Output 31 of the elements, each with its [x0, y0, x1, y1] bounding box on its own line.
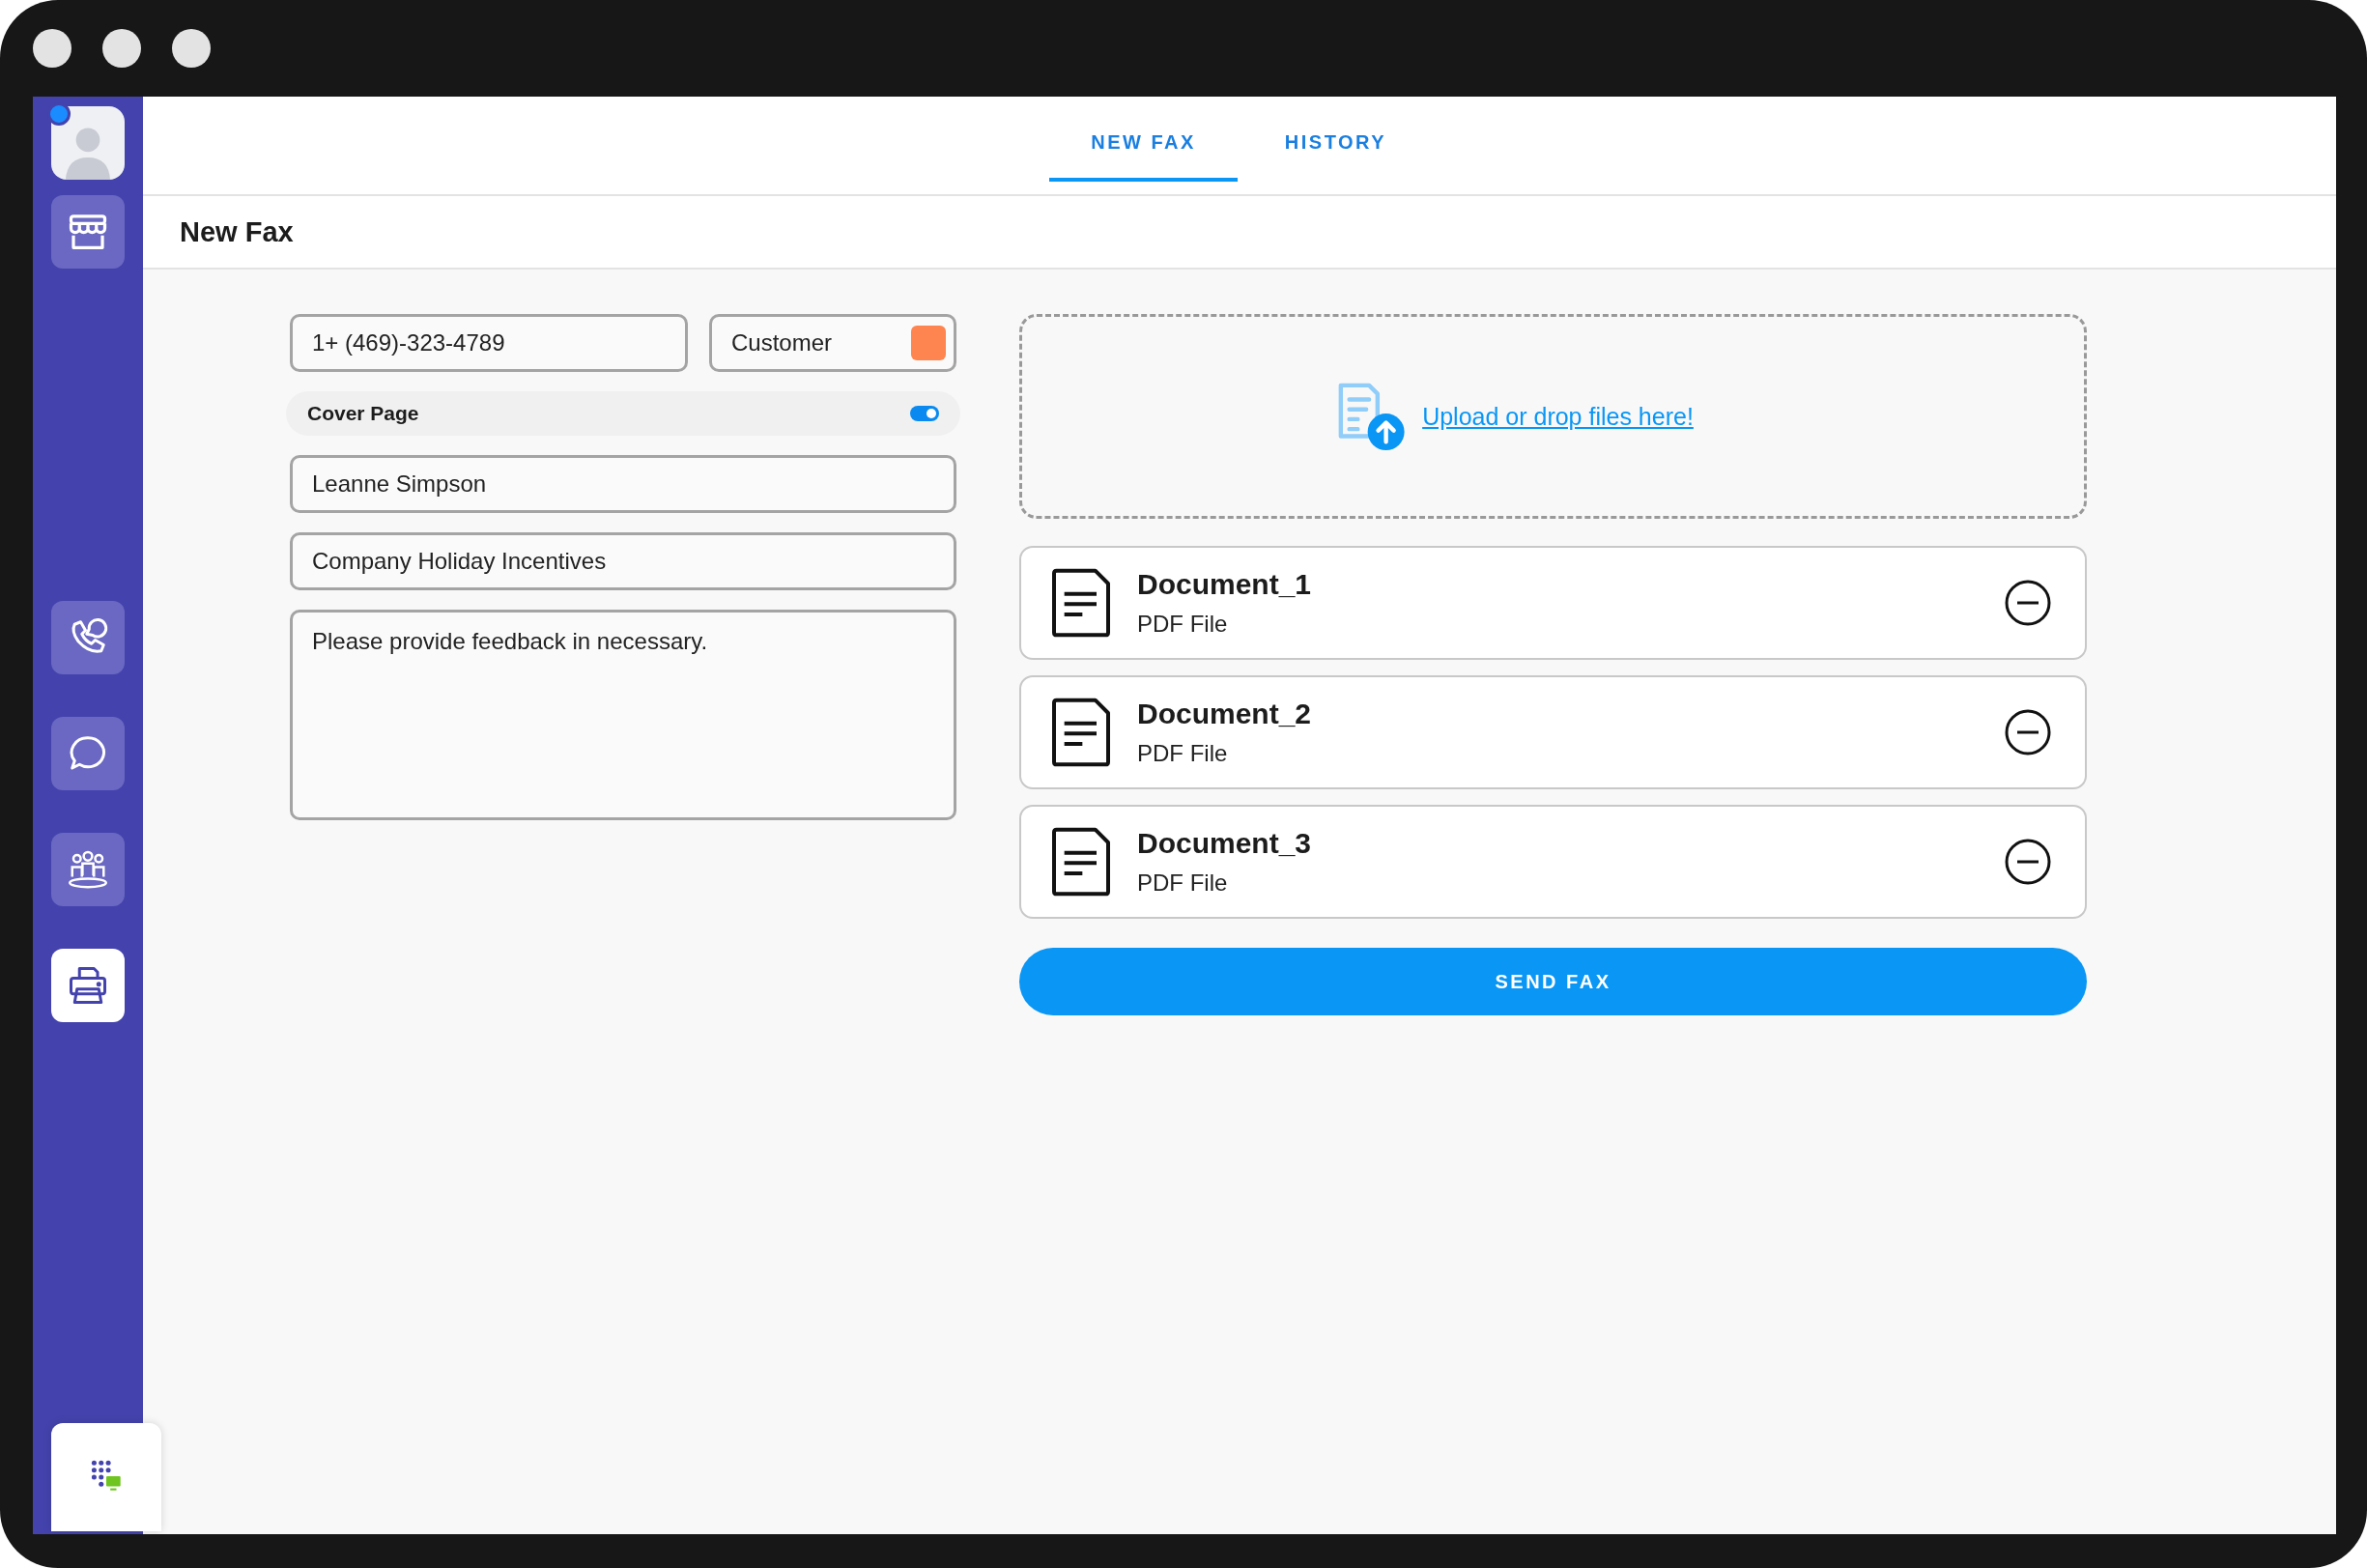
store-nav-button[interactable] [51, 195, 125, 269]
document-type: PDF File [1137, 740, 1229, 767]
fax-number-field[interactable]: 1+ (469)-323-4789 [290, 314, 688, 372]
tab[interactable]: HISTORY [1241, 97, 1430, 182]
window-control-button[interactable] [102, 29, 141, 68]
cover-page-label: Cover Page [307, 402, 419, 425]
document-icon [1050, 568, 1112, 638]
contacts-nav-button[interactable] [51, 833, 125, 906]
cover-page-toggle[interactable] [910, 406, 939, 421]
remove-icon[interactable] [2004, 838, 2052, 886]
remove-icon[interactable] [2004, 579, 2052, 627]
window-control-button[interactable] [172, 29, 211, 68]
contact-type-label: Customer [731, 329, 833, 356]
fax-nav-button[interactable] [51, 949, 125, 1022]
contact-type-field[interactable]: Customer [709, 314, 956, 372]
tab[interactable]: NEW FAX [1049, 97, 1238, 182]
calls-nav-button[interactable] [51, 601, 125, 674]
page-title: New Fax [180, 215, 294, 248]
document-icon [1050, 698, 1112, 767]
remove-icon[interactable] [2004, 708, 2052, 756]
recipient-name-field[interactable]: Leanne Simpson [290, 455, 956, 513]
document-icon [1050, 827, 1112, 897]
document-type: PDF File [1137, 870, 1229, 897]
document-type: PDF File [1137, 611, 1229, 638]
window-control-button[interactable] [33, 29, 71, 68]
document-name: Document_3 [1137, 827, 1313, 860]
chat-nav-button[interactable] [51, 717, 125, 790]
document-name: Document_2 [1137, 698, 1313, 730]
document-name: Document_1 [1137, 568, 1313, 601]
message-field[interactable]: Please provide feedback in necessary. [290, 610, 956, 820]
subject-field[interactable]: Company Holiday Incentives [290, 532, 956, 590]
